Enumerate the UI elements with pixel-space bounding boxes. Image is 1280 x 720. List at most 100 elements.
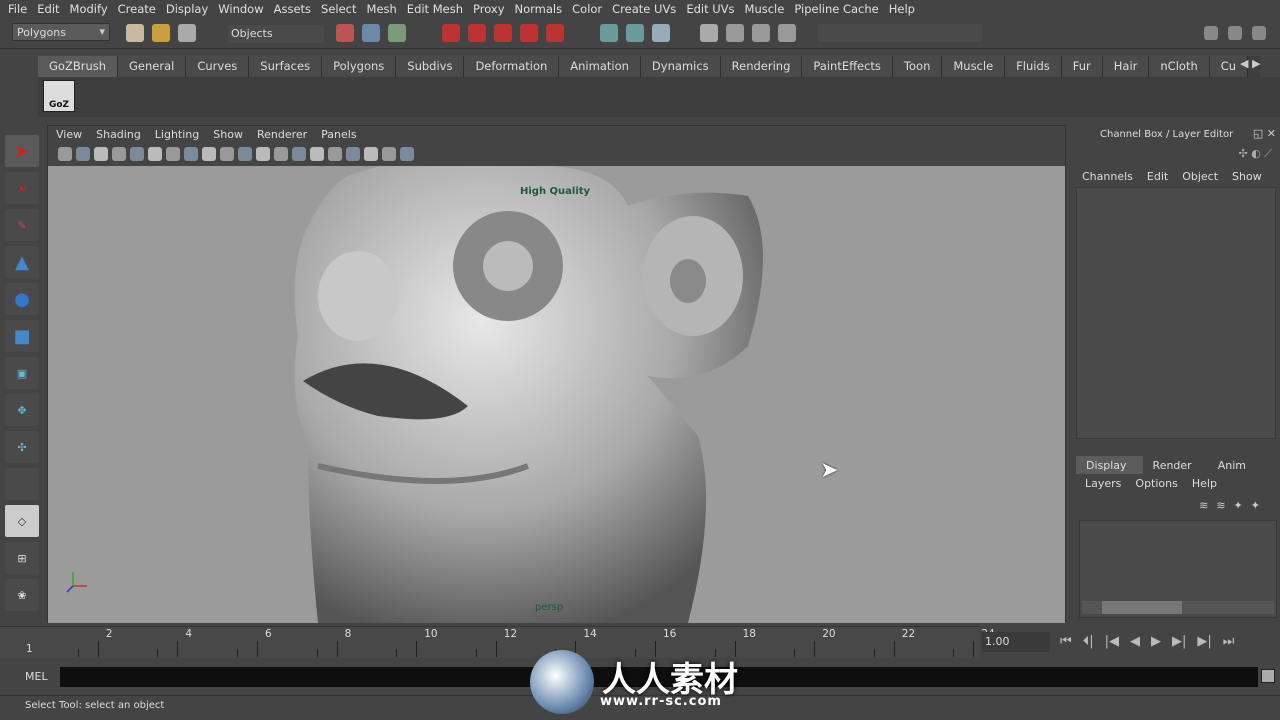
current-frame-field[interactable]: 1.00 [982,632,1050,652]
camera-attr-icon[interactable] [76,147,90,161]
outliner-layout-icon[interactable]: ❀ [5,579,39,611]
tab-dynamics[interactable]: Dynamics [640,56,721,77]
tab-deformation[interactable]: Deformation [464,56,560,77]
isolate-icon[interactable] [256,147,270,161]
safe-area-icon[interactable] [400,147,414,161]
layer-menu-help[interactable]: Help [1192,477,1217,490]
close-icon[interactable]: ◱ ✕ [1253,127,1276,140]
menu-edit-uvs[interactable]: Edit UVs [686,2,734,16]
last-tool-icon[interactable]: ✣ [5,431,39,463]
viewport-menu-renderer[interactable]: Renderer [257,128,307,144]
go-to-start-icon[interactable]: ⏮ [1060,634,1072,649]
select-tool-icon[interactable]: ➤ [5,135,39,167]
menu-mesh[interactable]: Mesh [367,2,397,16]
menu-window[interactable]: Window [218,2,263,16]
default-light-icon[interactable] [310,147,324,161]
points-icon[interactable] [220,147,234,161]
tab-animation[interactable]: Animation [559,56,641,77]
tab-muscle[interactable]: Muscle [942,56,1006,77]
tab-gozbrush[interactable]: GoZBrush [38,56,119,77]
script-editor-icon[interactable] [1261,669,1275,683]
shelf-scroll-icon[interactable]: ◀ ▶ [1240,57,1260,70]
tab-surfaces[interactable]: Surfaces [249,56,323,77]
soft-mod-tool-icon[interactable]: ✥ [5,394,39,426]
output-ops-icon[interactable] [626,24,644,42]
menu-assets[interactable]: Assets [274,2,311,16]
viewport-menu-lighting[interactable]: Lighting [155,128,199,144]
scale-tool-icon[interactable]: ■ [5,320,39,352]
flat-icon[interactable] [184,147,198,161]
menu-create-uvs[interactable]: Create UVs [612,2,676,16]
render-icon[interactable] [726,24,744,42]
select-cam-icon[interactable] [346,147,360,161]
film-gate-icon[interactable] [364,147,378,161]
menu-pipeline-cache[interactable]: Pipeline Cache [794,2,878,16]
tab-subdivs[interactable]: Subdivs [396,56,465,77]
play-forward-icon[interactable]: ▶ [1151,634,1161,649]
layer-tab-anim[interactable]: Anim [1207,456,1262,474]
bounding-icon[interactable] [202,147,216,161]
xray-icon[interactable] [274,147,288,161]
shadow-icon[interactable] [328,147,342,161]
menu-normals[interactable]: Normals [515,2,563,16]
viewport-menu-view[interactable]: View [56,128,82,144]
tab-painteffects[interactable]: PaintEffects [802,56,893,77]
menu-muscle[interactable]: Muscle [745,2,785,16]
goz-button[interactable]: GoZ [43,80,75,112]
quick-input-field[interactable] [818,24,982,42]
channel-list[interactable] [1076,187,1276,439]
time-slider[interactable]: 1 24681012141618202224 [0,626,995,658]
step-back-key-icon[interactable]: |◀ [1105,634,1119,649]
wireframe-icon[interactable] [148,147,162,161]
select-hierarchy-icon[interactable] [336,24,354,42]
save-scene-icon[interactable] [178,24,196,42]
move-tool-icon[interactable]: ▲ [5,246,39,278]
bookmark-icon[interactable] [94,147,108,161]
menu-color[interactable]: Color [572,2,602,16]
open-scene-icon[interactable] [152,24,170,42]
layer-scrollbar[interactable] [1082,601,1274,614]
tab-ncloth[interactable]: nCloth [1149,56,1210,77]
sculpt-model[interactable] [48,166,1065,623]
select-component-icon[interactable] [388,24,406,42]
viewport-3d[interactable]: High Quality persp ➤ [48,166,1065,623]
menu-modify[interactable]: Modify [70,2,108,16]
paint-select-tool-icon[interactable]: ✎ [5,209,39,241]
snap-plane-icon[interactable] [520,24,538,42]
channel-menu-show[interactable]: Show [1232,170,1262,183]
channel-menu-object[interactable]: Object [1182,170,1218,183]
layer-menu-layers[interactable]: Layers [1085,477,1121,490]
play-backward-icon[interactable]: ◀ [1130,634,1140,649]
menu-edit-mesh[interactable]: Edit Mesh [407,2,463,16]
snap-curve-icon[interactable] [468,24,486,42]
tab-toon[interactable]: Toon [892,56,943,77]
step-forward-key-icon[interactable]: ▶| [1172,634,1186,649]
tool-settings-icon[interactable] [1228,26,1242,40]
menu-create[interactable]: Create [118,2,156,16]
tab-general[interactable]: General [118,56,187,77]
menu-select[interactable]: Select [321,2,356,16]
lasso-tool-icon[interactable]: ➤ [5,172,39,204]
tab-curves[interactable]: Curves [186,56,250,77]
smooth-shade-icon[interactable] [166,147,180,161]
layer-tab-render[interactable]: Render [1142,456,1208,474]
selection-mask-field[interactable]: Objects [228,25,324,43]
mode-selector[interactable]: Polygons [12,23,110,41]
history-icon[interactable] [652,24,670,42]
step-forward-icon[interactable]: ▶| [1197,634,1211,649]
menu-proxy[interactable]: Proxy [473,2,505,16]
step-back-icon[interactable]: ⏴| [1083,634,1094,649]
input-ops-icon[interactable] [600,24,618,42]
grid-icon[interactable] [130,147,144,161]
viewport-menu-panels[interactable]: Panels [321,128,356,144]
go-to-end-icon[interactable]: ⏭ [1223,634,1235,649]
attribute-editor-icon[interactable] [1204,26,1218,40]
layer-menu-options[interactable]: Options [1135,477,1177,490]
snap-grid-icon[interactable] [442,24,460,42]
render-view-icon[interactable] [700,24,718,42]
tab-polygons[interactable]: Polygons [322,56,397,77]
resolution-gate-icon[interactable] [382,147,396,161]
tab-hair[interactable]: Hair [1102,56,1150,77]
menu-help[interactable]: Help [889,2,915,16]
viewport-menu-shading[interactable]: Shading [96,128,141,144]
